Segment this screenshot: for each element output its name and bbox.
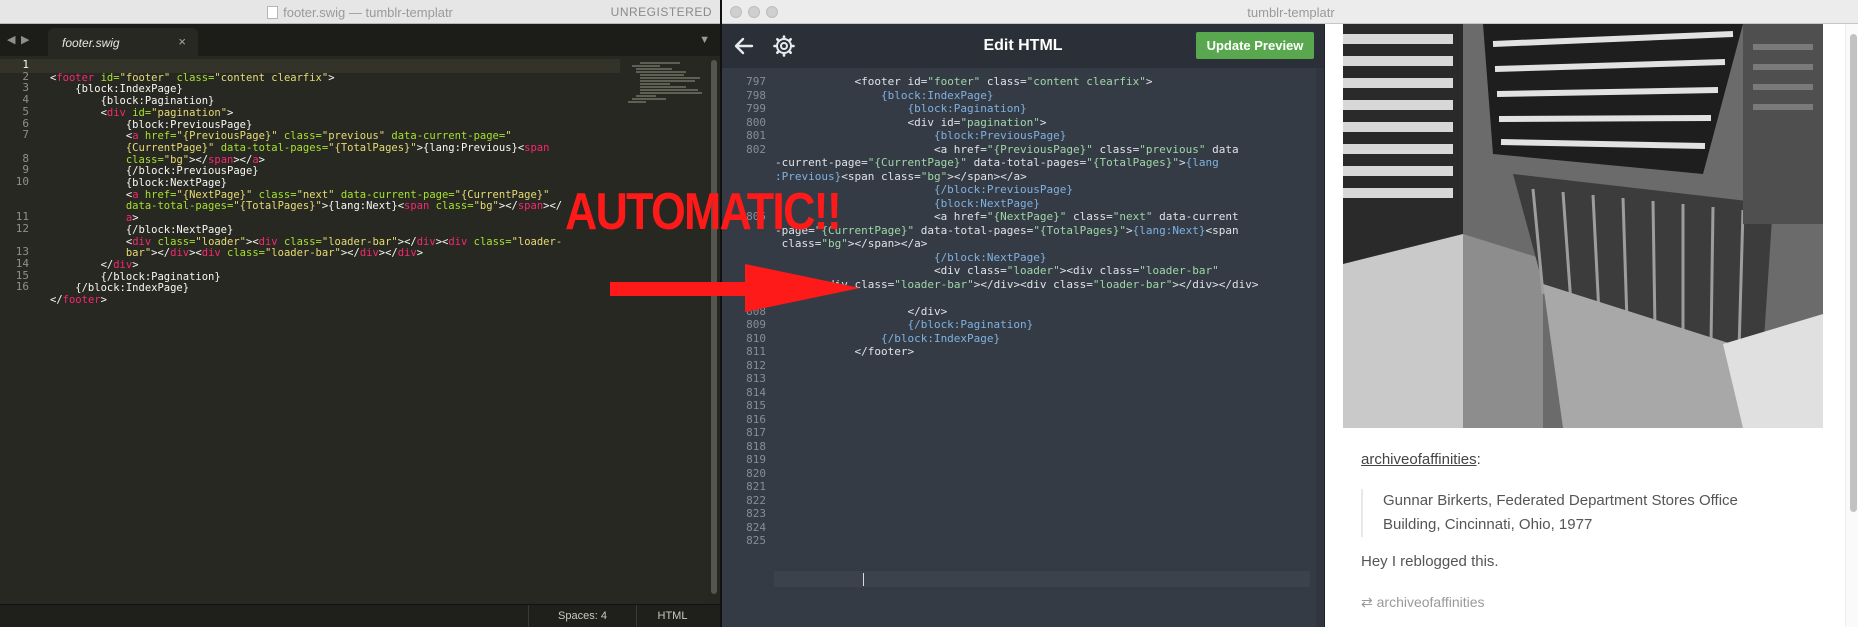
sublime-line-number: 12 — [15, 221, 29, 235]
line-number-gutter: 1 2 3 4 5 6 7 8 9 10 11 12 13 14 15 16 — [0, 56, 40, 604]
sublime-line-number: 10 — [15, 175, 29, 188]
editor-scrollbar[interactable] — [708, 56, 720, 604]
scrollbar-thumb[interactable] — [711, 60, 717, 594]
html-editor-panel: Edit HTML Update Preview 797 798 799 800 801… — [722, 24, 1324, 627]
post-author-link[interactable]: archiveofaffinities — [1361, 451, 1477, 468]
templatr-window-title: tumblr-templatr — [1247, 5, 1335, 20]
minimap[interactable] — [628, 62, 708, 108]
document-icon — [267, 6, 279, 19]
editor-scrollbar[interactable] — [1316, 68, 1324, 627]
preview-panel: archiveofaffinities: Gunnar Birkerts, Fe… — [1324, 24, 1858, 627]
sublime-line-number: 16 — [15, 280, 29, 294]
templatr-window: tumblr-templatr Edit HTML Update Preview… — [720, 0, 1858, 627]
text-caret — [863, 573, 864, 586]
templatr-line-number: 825 — [746, 534, 766, 547]
templatr-line-number: 805 — [746, 210, 766, 223]
close-tab-icon[interactable]: × — [178, 34, 186, 49]
syntax-setting[interactable]: HTML — [636, 605, 708, 627]
tab-forward-icon[interactable]: ▶ — [21, 33, 29, 46]
sublime-window: footer.swig — tumblr-templatr UNREGISTER… — [0, 0, 720, 627]
reblog-icon: ⇄ — [1361, 594, 1373, 610]
tab-label: footer.swig — [62, 36, 120, 50]
sublime-tabbar: ◀ ▶ footer.swig × ▼ — [0, 24, 720, 56]
sublime-code-line: </footer> — [50, 294, 107, 306]
templatr-titlebar: tumblr-templatr — [722, 0, 1858, 24]
post-author: archiveofaffinities: — [1361, 451, 1481, 468]
templatr-code-line: ></div><div class="loader-bar"></div><di… — [775, 277, 1259, 291]
tab-back-icon[interactable]: ◀ — [7, 33, 15, 46]
update-preview-button[interactable]: Update Preview — [1196, 32, 1314, 59]
post-photo — [1343, 24, 1823, 428]
status-bar: Spaces: 4 HTML — [0, 604, 720, 627]
reblog-attribution[interactable]: ⇄ archiveofaffinities — [1361, 594, 1485, 611]
sublime-titlebar: footer.swig — tumblr-templatr UNREGISTER… — [0, 0, 720, 24]
templatr-line-number: 802 — [746, 142, 766, 156]
templatr-code-line: </footer> — [775, 345, 915, 358]
html-code-editor[interactable]: <footer id="footer" class="content clear… — [775, 68, 1311, 627]
editor-header: Edit HTML Update Preview — [722, 24, 1324, 68]
preview-scrollbar-thumb[interactable] — [1850, 34, 1857, 512]
tab-menu-icon[interactable]: ▼ — [699, 34, 710, 46]
sublime-window-title: footer.swig — tumblr-templatr — [283, 5, 453, 20]
sublime-line-number: 7 — [22, 128, 29, 142]
author-colon: : — [1476, 451, 1481, 468]
unregistered-label: UNREGISTERED — [610, 5, 712, 19]
indentation-setting[interactable]: Spaces: 4 — [528, 605, 636, 627]
reblog-user[interactable]: archiveofaffinities — [1377, 594, 1485, 610]
preview-scrollbar[interactable] — [1845, 24, 1858, 627]
post-quote: Gunnar Birkerts, Federated Department St… — [1361, 489, 1761, 537]
post-comment: Hey I reblogged this. — [1361, 553, 1499, 570]
tab-footer-swig[interactable]: footer.swig × — [48, 28, 198, 56]
